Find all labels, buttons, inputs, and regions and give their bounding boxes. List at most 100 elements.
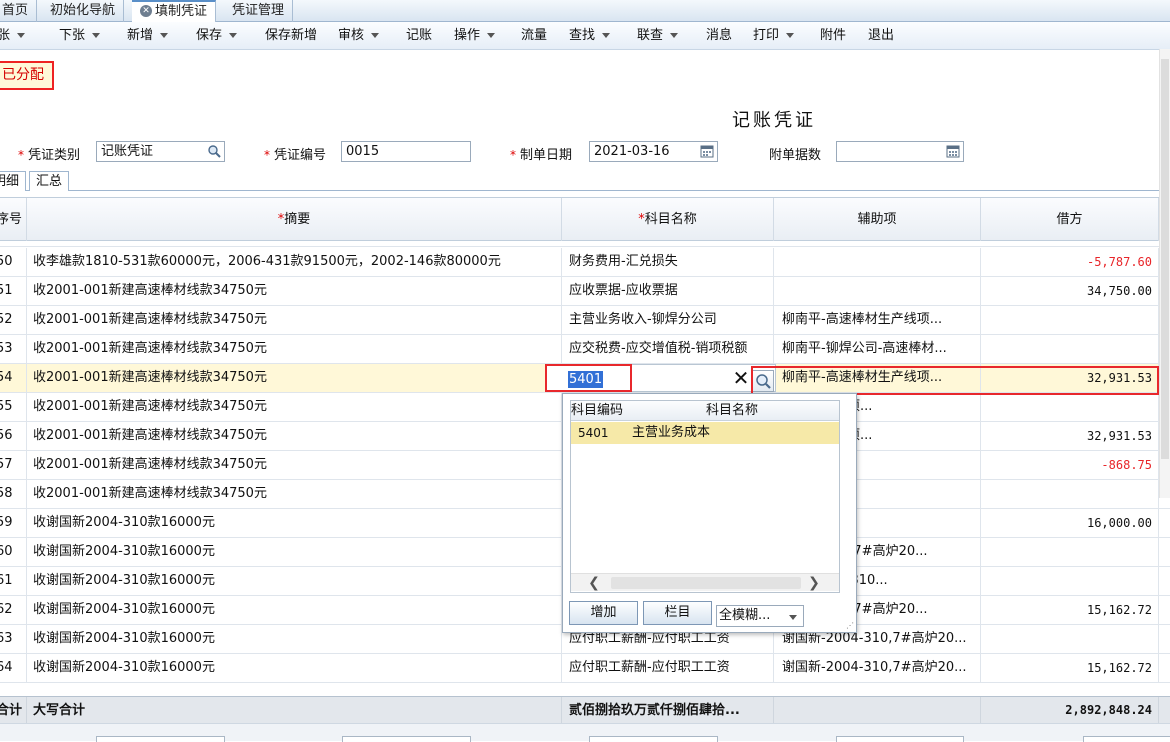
grid-vscrollbar[interactable] xyxy=(1159,49,1170,498)
scroll-right-icon[interactable]: ❯ xyxy=(806,574,822,592)
calendar-icon[interactable] xyxy=(700,144,714,158)
row-summary[interactable]: 收谢国新2004-310款16000元 xyxy=(27,538,562,567)
row-debit[interactable] xyxy=(981,625,1159,654)
search-icon[interactable] xyxy=(207,144,221,158)
row-summary[interactable]: 收2001-001新建高速棒材线款34750元 xyxy=(27,451,562,480)
row-seq[interactable]: 53 xyxy=(0,335,27,364)
row-summary[interactable]: 收李雄款1810-531款60000元，2006-431款91500元，2002… xyxy=(27,248,562,277)
row-account[interactable]: 应收票据-应收票据 xyxy=(562,277,774,306)
row-debit[interactable]: 34,750.00 xyxy=(981,277,1159,306)
row-seq[interactable]: 60 xyxy=(0,538,27,567)
tab-home[interactable]: 首页 xyxy=(0,0,38,22)
close-tab-icon[interactable]: ✕ xyxy=(140,4,152,17)
row-summary[interactable]: 收2001-001新建高速棒材线款34750元 xyxy=(27,306,562,335)
row-seq[interactable]: 59 xyxy=(0,509,27,538)
row-debit[interactable] xyxy=(981,335,1159,364)
message-button[interactable]: 消息 xyxy=(706,22,732,50)
row-account[interactable]: 应付职工薪酬-应付职工工资 xyxy=(562,654,774,683)
row-debit[interactable] xyxy=(981,567,1159,596)
row-account[interactable]: 财务费用-汇兑损失 xyxy=(562,248,774,277)
review-button[interactable]: 审核 xyxy=(338,22,380,50)
col-aux[interactable]: 辅助项 xyxy=(774,198,981,241)
tab-init-nav[interactable]: 初始化导航 xyxy=(42,0,125,22)
table-row[interactable]: 50收李雄款1810-531款60000元，2006-431款91500元，20… xyxy=(0,248,1170,277)
resize-grip-icon[interactable]: ⋰ xyxy=(846,622,854,630)
row-debit[interactable] xyxy=(981,393,1159,422)
row-account[interactable]: 应交税费-应交增值税-销项税额 xyxy=(562,335,774,364)
row-seq[interactable]: 61 xyxy=(0,567,27,596)
exit-button[interactable]: 退出 xyxy=(868,22,894,50)
match-mode-select[interactable]: 全模糊... xyxy=(716,605,804,627)
row-summary[interactable]: 收谢国新2004-310款16000元 xyxy=(27,596,562,625)
row-summary[interactable]: 收谢国新2004-310款16000元 xyxy=(27,625,562,654)
save-new-button[interactable]: 保存新增 xyxy=(265,22,317,50)
table-row[interactable]: 52收2001-001新建高速棒材线款34750元主营业务收入-铆焊分公司柳南平… xyxy=(0,306,1170,335)
row-account[interactable]: 主营业务收入-铆焊分公司 xyxy=(562,306,774,335)
row-seq[interactable]: 51 xyxy=(0,277,27,306)
row-debit[interactable]: 32,931.53 xyxy=(981,422,1159,451)
row-seq[interactable]: 52 xyxy=(0,306,27,335)
row-seq[interactable]: 57 xyxy=(0,451,27,480)
tab-detail[interactable]: 明细 xyxy=(0,171,27,191)
popup-list-item[interactable]: 5401 主营业务成本 xyxy=(571,422,839,444)
row-debit[interactable]: 15,162.72 xyxy=(981,654,1159,683)
row-summary[interactable]: 收2001-001新建高速棒材线款34750元 xyxy=(27,480,562,509)
tab-voucher-manage[interactable]: 凭证管理 xyxy=(224,0,294,22)
new-button[interactable]: 新增 xyxy=(127,22,169,50)
row-aux[interactable] xyxy=(774,277,981,306)
row-seq[interactable]: 63 xyxy=(0,625,27,654)
linked-query-button[interactable]: 联查 xyxy=(637,22,679,50)
row-debit[interactable]: -5,787.60 xyxy=(981,248,1159,277)
print-button[interactable]: 打印 xyxy=(753,22,795,50)
tab-fill-voucher[interactable]: ✕ 填制凭证 xyxy=(132,0,217,22)
voucher-type-field[interactable]: 记账凭证 xyxy=(96,141,225,162)
row-summary[interactable]: 收2001-001新建高速棒材线款34750元 xyxy=(27,277,562,306)
scroll-thumb[interactable] xyxy=(1161,59,1169,459)
table-row[interactable]: 64收谢国新2004-310款16000元应付职工薪酬-应付职工工资谢国新-20… xyxy=(0,654,1170,683)
row-summary[interactable]: 收2001-001新建高速棒材线款34750元 xyxy=(27,335,562,364)
row-seq[interactable]: 56 xyxy=(0,422,27,451)
row-aux[interactable] xyxy=(774,248,981,277)
row-seq[interactable]: 58 xyxy=(0,480,27,509)
table-row[interactable]: 51收2001-001新建高速棒材线款34750元应收票据-应收票据 34,750… xyxy=(0,277,1170,306)
next-button[interactable]: 下张 xyxy=(59,22,101,50)
row-summary[interactable]: 收2001-001新建高速棒材线款34750元 xyxy=(27,422,562,451)
col-debit[interactable]: 借方 xyxy=(981,198,1159,241)
row-aux[interactable]: 柳南平-铆焊公司-高速棒材... xyxy=(774,335,981,364)
col-seq[interactable]: 序号 xyxy=(0,198,27,241)
row-summary[interactable]: 收2001-001新建高速棒材线款34750元 xyxy=(27,364,562,393)
row-seq[interactable]: 64 xyxy=(0,654,27,683)
flow-button[interactable]: 流量 xyxy=(521,22,547,50)
row-summary[interactable]: 收谢国新2004-310款16000元 xyxy=(27,654,562,683)
post-button[interactable]: 记账 xyxy=(406,22,432,50)
row-aux[interactable]: 柳南平-高速棒材生产线项... xyxy=(774,306,981,335)
attachments-field[interactable] xyxy=(836,141,964,162)
clear-icon[interactable]: ✕ xyxy=(731,368,751,388)
col-account[interactable]: *科目名称 xyxy=(562,198,774,241)
row-seq[interactable]: 50 xyxy=(0,248,27,277)
row-debit[interactable] xyxy=(981,538,1159,567)
row-summary[interactable]: 收2001-001新建高速棒材线款34750元 xyxy=(27,393,562,422)
row-debit[interactable]: 16,000.00 xyxy=(981,509,1159,538)
row-debit[interactable] xyxy=(981,306,1159,335)
row-seq[interactable]: 62 xyxy=(0,596,27,625)
tab-summary[interactable]: 汇总 xyxy=(29,171,70,191)
columns-button[interactable]: 栏目 xyxy=(643,601,712,625)
table-row[interactable]: 53收2001-001新建高速棒材线款34750元应交税费-应交增值税-销项税额… xyxy=(0,335,1170,364)
operation-button[interactable]: 操作 xyxy=(454,22,496,50)
row-debit[interactable] xyxy=(981,480,1159,509)
calculator-icon[interactable] xyxy=(946,144,960,158)
row-seq[interactable]: 55 xyxy=(0,393,27,422)
row-summary[interactable]: 收谢国新2004-310款16000元 xyxy=(27,567,562,596)
row-debit[interactable]: -868.75 xyxy=(981,451,1159,480)
row-aux[interactable]: 谢国新-2004-310,7#高炉20... xyxy=(774,654,981,683)
row-seq[interactable]: 54 xyxy=(0,364,27,393)
popup-hscrollbar[interactable]: ❮ ❯ xyxy=(571,573,839,591)
scroll-thumb[interactable] xyxy=(611,577,801,589)
prev-button[interactable]: 上张 xyxy=(0,22,26,50)
row-debit[interactable]: 15,162.72 xyxy=(981,596,1159,625)
date-field[interactable]: 2021-03-16 xyxy=(589,141,718,162)
find-button[interactable]: 查找 xyxy=(569,22,611,50)
save-button[interactable]: 保存 xyxy=(196,22,238,50)
voucher-no-field[interactable]: 0015 xyxy=(341,141,471,162)
